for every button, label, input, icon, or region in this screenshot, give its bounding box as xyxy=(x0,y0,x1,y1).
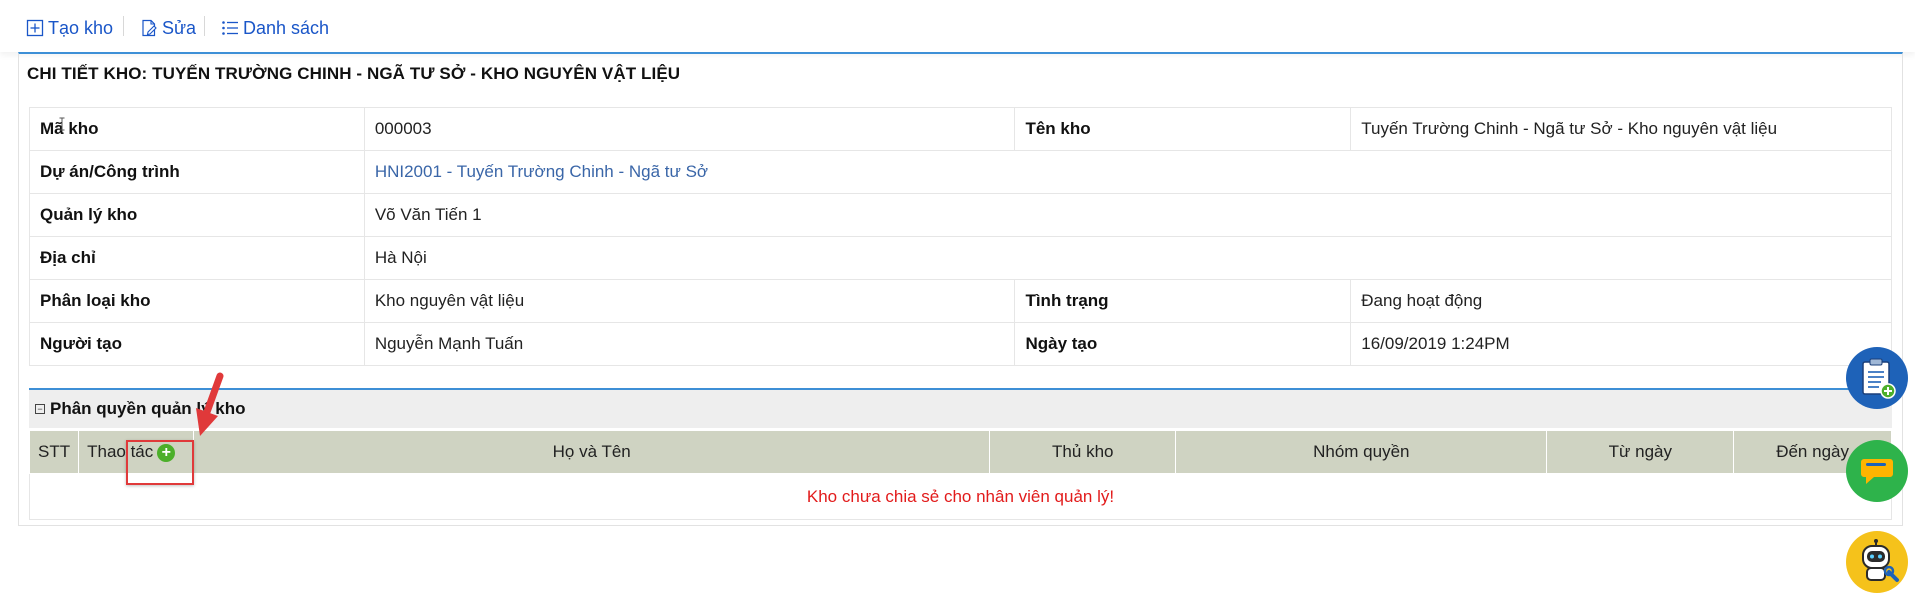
address-value: Hà Nội xyxy=(363,236,1893,280)
list-icon xyxy=(221,19,239,37)
list-label: Danh sách xyxy=(243,17,330,38)
warehouse-detail-table: Mã kho 000003 Tên kho Tuyến Trường Chinh… xyxy=(29,107,1893,366)
chat-icon xyxy=(1861,459,1893,484)
create-warehouse-button[interactable]: Tạo kho xyxy=(26,16,113,40)
col-name: Họ và Tên xyxy=(192,430,991,474)
robot-support-icon xyxy=(1862,539,1899,582)
col-stt: STT xyxy=(28,430,80,474)
project-label: Dự án/Công trình xyxy=(29,150,365,194)
manager-label: Quản lý kho xyxy=(29,193,365,237)
code-label: Mã kho xyxy=(29,107,365,151)
clipboard-add-icon xyxy=(1862,358,1896,399)
detail-row: Quản lý kho Võ Văn Tiến 1 xyxy=(29,193,1893,237)
manager-value: Võ Văn Tiến 1 xyxy=(363,193,1893,237)
col-group: Nhóm quyền xyxy=(1175,430,1548,474)
create-warehouse-label: Tạo kho xyxy=(48,17,114,38)
col-from-date: Từ ngày xyxy=(1546,430,1735,474)
chat-float-button[interactable] xyxy=(1846,440,1908,502)
creator-value: Nguyễn Mạnh Tuấn xyxy=(363,322,1016,366)
detail-row: Người tạo Nguyễn Mạnh Tuấn Ngày tạo 16/0… xyxy=(29,322,1892,366)
detail-row: Mã kho 000003 Tên kho Tuyến Trường Chinh… xyxy=(29,107,1892,151)
status-label: Tình trạng xyxy=(1014,279,1352,323)
name-label: Tên kho xyxy=(1014,107,1352,151)
detail-row: Phân loại kho Kho nguyên vật liệu Tình t… xyxy=(29,279,1892,323)
edit-document-icon xyxy=(140,19,158,37)
toolbar-divider xyxy=(204,16,205,36)
detail-row: Dự án/Công trình HNI2001 - Tuyến Trường … xyxy=(29,150,1893,194)
annotation-highlight-box xyxy=(126,440,194,485)
code-value: 000003 xyxy=(363,107,1016,151)
permission-header: − Phân quyền quản lý kho xyxy=(29,388,1892,428)
table-row: Kho chưa chia sẻ cho nhân viên quản lý! xyxy=(29,473,1892,520)
project-cell: HNI2001 - Tuyến Trường Chinh - Ngã tư Sở xyxy=(363,150,1893,194)
page-title: CHI TIẾT KHO: TUYẾN TRƯỜNG CHINH - NGÃ T… xyxy=(27,64,681,83)
creator-label: Người tạo xyxy=(29,322,365,366)
permission-section: − Phân quyền quản lý kho STT Thao tác + H… xyxy=(28,388,1892,520)
plus-square-icon xyxy=(26,19,44,37)
support-bot-float-button[interactable] xyxy=(1846,531,1908,593)
type-value: Kho nguyên vật liệu xyxy=(363,279,1016,323)
col-keeper: Thủ kho xyxy=(989,430,1177,474)
detail-row: Địa chỉ Hà Nội xyxy=(29,236,1893,280)
address-label: Địa chỉ xyxy=(29,236,365,280)
add-note-float-button[interactable] xyxy=(1846,347,1908,409)
project-link[interactable]: HNI2001 - Tuyến Trường Chinh - Ngã tư Sở xyxy=(375,162,708,181)
toolbar-divider xyxy=(123,16,124,36)
toolbar: Tạo kho Sửa Danh sách xyxy=(0,0,1915,52)
created-date-label: Ngày tạo xyxy=(1014,322,1352,366)
created-date-value: 16/09/2019 1:24PM xyxy=(1350,322,1892,366)
type-label: Phân loại kho xyxy=(29,279,365,323)
list-button[interactable]: Danh sách xyxy=(221,16,329,40)
table-header-row: STT Thao tác + Họ và Tên Thủ kho Nhóm quy… xyxy=(28,430,1892,474)
collapse-toggle[interactable]: − xyxy=(35,404,45,414)
text-cursor-icon xyxy=(59,117,65,131)
permission-table: STT Thao tác + Họ và Tên Thủ kho Nhóm quy… xyxy=(28,430,1892,520)
annotation-arrow-icon xyxy=(196,372,224,436)
edit-label: Sửa xyxy=(162,17,197,38)
empty-message: Kho chưa chia sẻ cho nhân viên quản lý! xyxy=(29,473,1892,520)
edit-button[interactable]: Sửa xyxy=(140,16,196,40)
name-value: Tuyến Trường Chinh - Ngã tư Sở - Kho ngu… xyxy=(1350,107,1892,151)
status-value: Đang hoạt động xyxy=(1350,279,1892,323)
